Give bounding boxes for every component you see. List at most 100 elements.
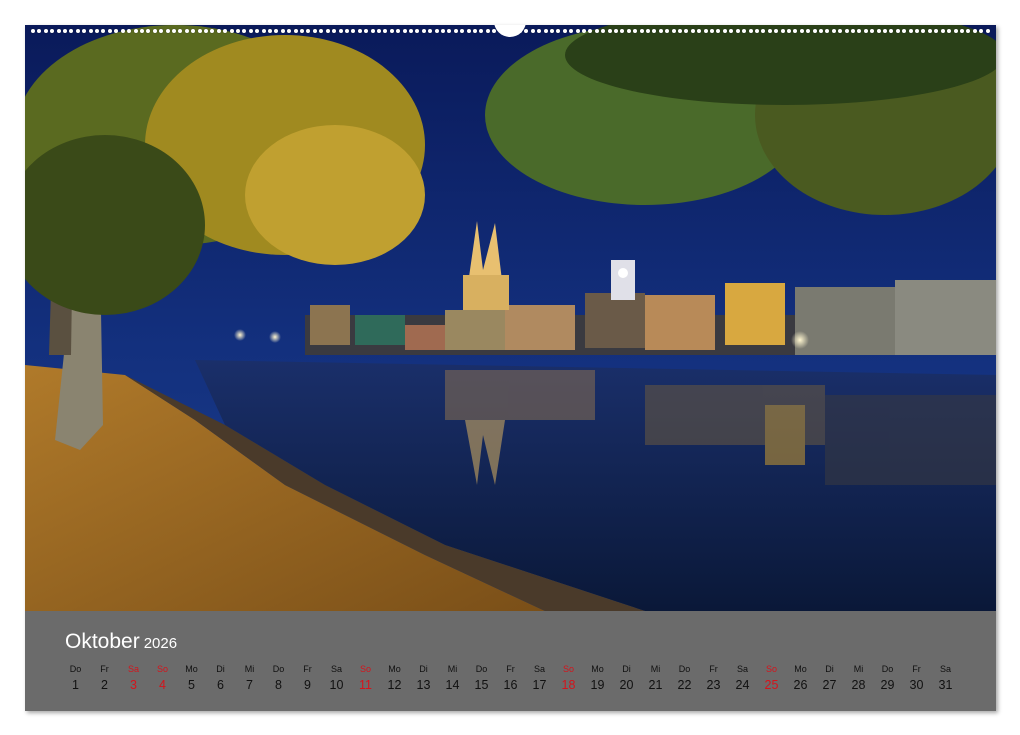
weekday-label: Sa (330, 664, 342, 674)
day-number: 29 (880, 678, 895, 692)
calendar-sheet: Oktober 2026 Do 1 Fr 2 Sa 3 So 4 Mo 5 Di 6 Mi 7 Do 8 Fr 9 S… (25, 25, 996, 711)
day-cell: Sa 10 (322, 662, 351, 694)
weekday-label: Di (419, 664, 428, 674)
calendar-strip: Oktober 2026 Do 1 Fr 2 Sa 3 So 4 Mo 5 Di 6 Mi 7 Do 8 Fr 9 S… (25, 611, 996, 711)
day-number: 31 (938, 678, 953, 692)
weekday-label: Sa (533, 664, 545, 674)
weekday-label: Sa (939, 664, 951, 674)
day-number: 8 (275, 678, 282, 692)
day-cell: Mi 28 (844, 662, 873, 694)
weekday-label: Di (825, 664, 834, 674)
weekday-label: Mi (853, 664, 864, 674)
day-cell: Mo 12 (380, 662, 409, 694)
day-number: 6 (217, 678, 224, 692)
weekday-label: Do (678, 664, 691, 674)
weekday-label: Fr (709, 664, 718, 674)
day-number: 21 (648, 678, 663, 692)
day-number: 4 (159, 678, 166, 692)
day-cell: Mi 7 (235, 662, 264, 694)
weekday-label: Fr (100, 664, 109, 674)
weekday-label: Do (475, 664, 488, 674)
day-cell: So 18 (554, 662, 583, 694)
day-number: 22 (677, 678, 692, 692)
day-number: 28 (851, 678, 866, 692)
day-cell: Sa 17 (525, 662, 554, 694)
day-cell: Mi 21 (641, 662, 670, 694)
day-cell: Do 22 (670, 662, 699, 694)
weekday-label: Mi (244, 664, 255, 674)
day-row: Do 1 Fr 2 Sa 3 So 4 Mo 5 Di 6 Mi 7 Do 8 Fr 9 Sa 10 So 11 Mo 12 D… (61, 662, 960, 694)
day-number: 20 (619, 678, 634, 692)
day-number: 13 (416, 678, 431, 692)
day-cell: Mo 26 (786, 662, 815, 694)
day-number: 15 (474, 678, 489, 692)
day-cell: Fr 2 (90, 662, 119, 694)
weekday-label: Fr (912, 664, 921, 674)
weekday-label: Di (216, 664, 225, 674)
weekday-label: So (562, 664, 574, 674)
weekday-label: Mo (794, 664, 807, 674)
weekday-label: Mo (185, 664, 198, 674)
day-number: 10 (329, 678, 344, 692)
day-number: 14 (445, 678, 460, 692)
day-cell: Di 20 (612, 662, 641, 694)
weekday-label: So (359, 664, 371, 674)
day-cell: Sa 31 (931, 662, 960, 694)
day-cell: Do 1 (61, 662, 90, 694)
day-number: 1 (72, 678, 79, 692)
day-number: 5 (188, 678, 195, 692)
day-number: 24 (735, 678, 750, 692)
weekday-label: Di (622, 664, 631, 674)
day-cell: So 4 (148, 662, 177, 694)
day-cell: Fr 23 (699, 662, 728, 694)
weekday-label: So (156, 664, 168, 674)
day-number: 19 (590, 678, 605, 692)
weekday-label: Sa (736, 664, 748, 674)
day-number: 23 (706, 678, 721, 692)
day-cell: Mo 5 (177, 662, 206, 694)
weekday-label: Do (272, 664, 285, 674)
day-number: 27 (822, 678, 837, 692)
day-cell: Sa 3 (119, 662, 148, 694)
day-cell: Sa 24 (728, 662, 757, 694)
weekday-label: Sa (127, 664, 139, 674)
day-number: 7 (246, 678, 253, 692)
day-cell: Fr 9 (293, 662, 322, 694)
month-title: Oktober 2026 (65, 630, 177, 654)
day-cell: Di 6 (206, 662, 235, 694)
day-cell: Mi 14 (438, 662, 467, 694)
day-number: 11 (359, 678, 372, 692)
day-number: 26 (793, 678, 808, 692)
day-cell: Fr 30 (902, 662, 931, 694)
weekday-label: Mi (650, 664, 661, 674)
day-cell: So 11 (351, 662, 380, 694)
day-number: 18 (561, 678, 576, 692)
day-number: 9 (304, 678, 311, 692)
weekday-label: Mo (388, 664, 401, 674)
night-river-photo (25, 25, 996, 611)
day-cell: So 25 (757, 662, 786, 694)
weekday-label: Fr (506, 664, 515, 674)
day-cell: Do 15 (467, 662, 496, 694)
day-cell: Mo 19 (583, 662, 612, 694)
day-number: 25 (764, 678, 779, 692)
day-number: 16 (503, 678, 518, 692)
day-cell: Di 13 (409, 662, 438, 694)
weekday-label: Mi (447, 664, 458, 674)
weekday-label: Fr (303, 664, 312, 674)
weekday-label: Mo (591, 664, 604, 674)
day-number: 30 (909, 678, 924, 692)
day-number: 12 (387, 678, 402, 692)
day-cell: Do 8 (264, 662, 293, 694)
day-cell: Do 29 (873, 662, 902, 694)
day-number: 17 (532, 678, 547, 692)
weekday-label: Do (881, 664, 894, 674)
weekday-label: So (765, 664, 777, 674)
day-cell: Di 27 (815, 662, 844, 694)
year: 2026 (143, 635, 178, 652)
day-number: 3 (130, 678, 137, 692)
day-number: 2 (101, 678, 108, 692)
month-name: Oktober (65, 630, 140, 653)
photo-illustration (25, 25, 996, 611)
weekday-label: Do (69, 664, 82, 674)
